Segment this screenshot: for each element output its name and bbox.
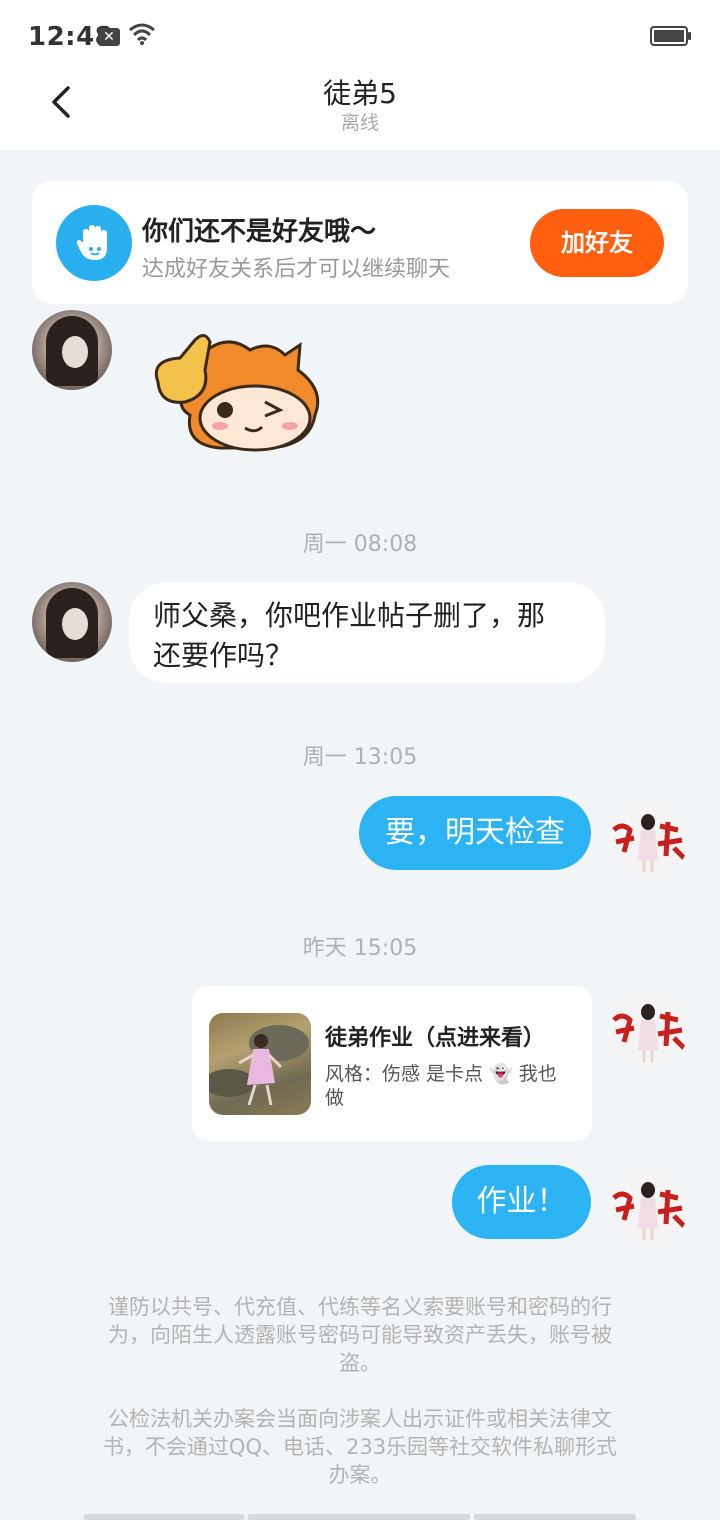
post-description: 风格：伤感 是卡点 👻 我也 做 <box>325 1063 557 1109</box>
avatar[interactable] <box>32 310 112 390</box>
avatar[interactable] <box>608 1168 688 1248</box>
message-text-line: 还要作吗？ <box>153 639 294 672</box>
hand-wave-icon <box>56 205 132 281</box>
message-timestamp: 周一 08:08 <box>302 532 418 557</box>
friend-request-banner: 你们还不是好友哦～ 达成好友关系后才可以继续聊天 加好友 <box>32 181 688 304</box>
message-bubble-outgoing[interactable]: 作业！ <box>452 1165 591 1239</box>
status-bar: 12:48 ✕ <box>0 0 720 72</box>
post-title: 徒弟作业（点进来看） <box>325 1026 546 1051</box>
add-friend-button[interactable]: 加好友 <box>530 209 664 277</box>
close-box-icon: ✕ <box>98 28 120 46</box>
banner-title: 你们还不是好友哦～ <box>142 217 377 247</box>
message-bubble-incoming[interactable]: 师父桑，你吧作业帖子删了，那 还要作吗？ <box>129 582 605 683</box>
shared-post-card[interactable]: 徒弟作业（点进来看） 风格：伤感 是卡点 👻 我也 做 <box>192 986 592 1141</box>
message-text-line: 师父桑，你吧作业帖子删了，那 <box>153 599 546 632</box>
wifi-icon <box>129 23 155 45</box>
page-title: 徒弟5 <box>323 77 397 110</box>
message-bubble-outgoing[interactable]: 要，明天检查 <box>359 796 591 870</box>
online-status: 离线 <box>340 112 379 134</box>
chat-header: 徒弟5 离线 <box>0 72 720 150</box>
battery-icon <box>650 26 691 46</box>
wink-sticker[interactable] <box>150 330 325 455</box>
message-timestamp: 昨天 15:05 <box>302 936 418 961</box>
input-toolbar-edge <box>84 1514 636 1520</box>
legal-warning: 公检法机关办案会当面向涉案人出示证件或相关法律文 书，不会通过QQ、电话、233… <box>102 1407 618 1487</box>
avatar[interactable] <box>32 582 112 662</box>
post-thumbnail <box>209 1013 311 1115</box>
avatar[interactable] <box>608 800 688 880</box>
security-warning: 谨防以共号、代充值、代练等名义索要账号和密码的行 为，向陌生人透露账号密码可能导… <box>108 1295 612 1375</box>
avatar[interactable] <box>608 990 688 1070</box>
message-timestamp: 周一 13:05 <box>302 745 418 770</box>
banner-subtitle: 达成好友关系后才可以继续聊天 <box>142 257 451 282</box>
